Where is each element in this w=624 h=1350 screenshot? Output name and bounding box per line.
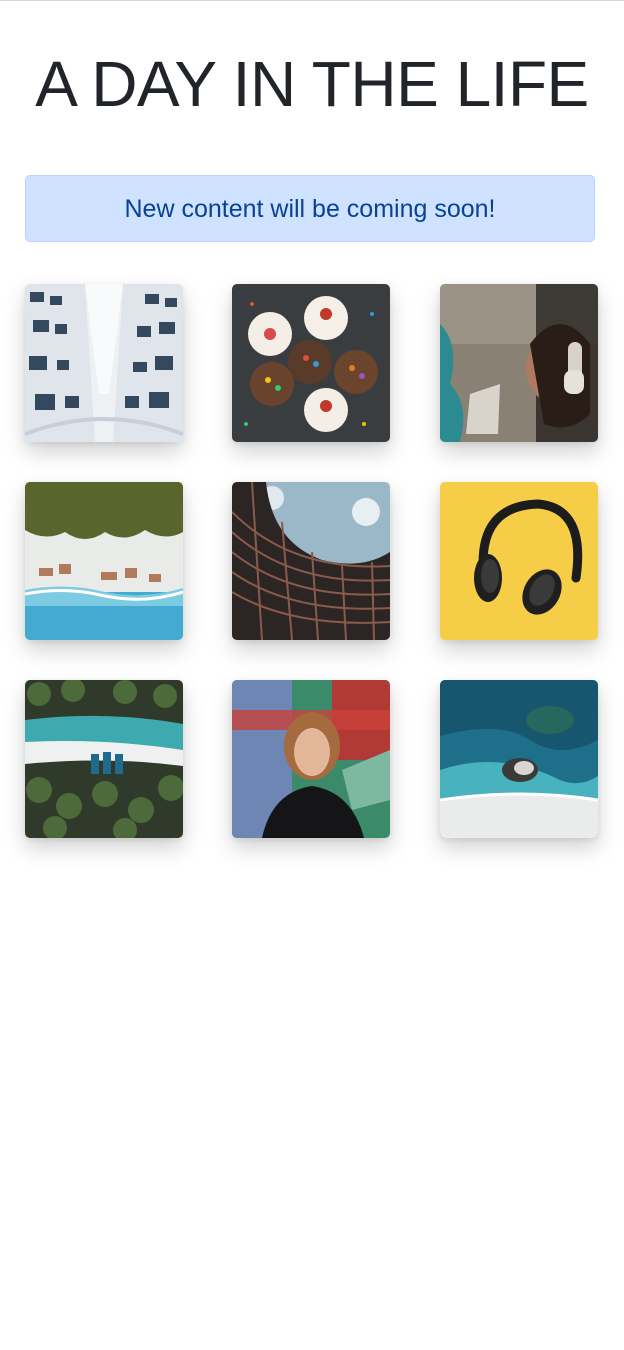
photo-aerial-palm-beach[interactable] xyxy=(25,680,183,838)
photo-headphones-yellow[interactable] xyxy=(440,482,598,640)
info-alert: New content will be coming soon! xyxy=(25,175,595,242)
page-title: A DAY IN THE LIFE xyxy=(35,48,589,120)
photo-woman-headphones-graffiti[interactable] xyxy=(440,284,598,442)
photo-aerial-beach-trees[interactable] xyxy=(25,482,183,640)
top-divider xyxy=(0,0,624,1)
photo-aerial-ocean-rocks[interactable] xyxy=(440,680,598,838)
photo-curved-building[interactable] xyxy=(232,482,390,640)
photo-cupcakes[interactable] xyxy=(232,284,390,442)
photo-building-looking-up[interactable] xyxy=(25,284,183,442)
photo-boy-graffiti-wall[interactable] xyxy=(232,680,390,838)
